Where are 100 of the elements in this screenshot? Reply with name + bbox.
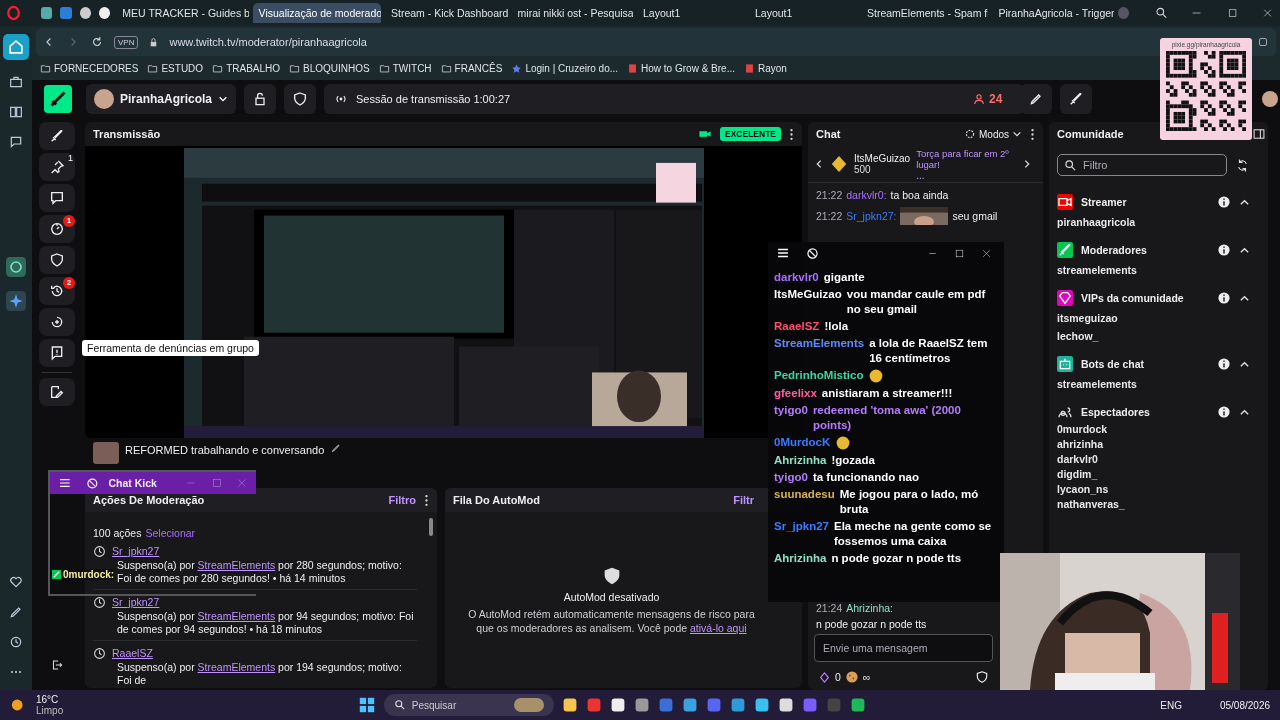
browser-tab[interactable]: Layout1 xyxy=(749,3,857,23)
points-count: 0 xyxy=(835,671,841,683)
member-name[interactable]: lechow_ xyxy=(1057,330,1250,342)
bookmark[interactable]: BLOQUINHOS xyxy=(289,62,370,74)
chat-message: !gozada xyxy=(831,453,875,468)
member-name[interactable]: ahrizinha xyxy=(1057,438,1250,450)
bookmark[interactable]: Rayon xyxy=(744,62,787,74)
language-indicator[interactable]: ENG xyxy=(1160,699,1182,711)
section-title: Espectadores xyxy=(1081,406,1150,418)
health-badge: EXCELENTE xyxy=(720,127,781,141)
count-label: 1 xyxy=(68,153,73,164)
member-name[interactable]: 0murdock xyxy=(1057,423,1250,435)
member-name[interactable]: lycaon_ns xyxy=(1057,483,1250,495)
filter-field[interactable]: Filtro xyxy=(1057,154,1227,176)
browser-tab[interactable]: PiranhaAgricola - Trigger xyxy=(992,3,1114,23)
session-timer: Sessão de transmissão 1:00:27 xyxy=(356,93,511,105)
viewer-count: 24 xyxy=(972,92,1003,106)
message-time: 21:24 xyxy=(816,602,843,614)
leader-name: ItsMeGuizao xyxy=(854,153,911,164)
bookmark[interactable]: Login | Cruzeiro do... xyxy=(511,62,619,74)
browser-tab[interactable]: Visualização de moderado xyxy=(252,3,381,23)
chat-message: anistiaram a streamer!!! xyxy=(821,386,953,401)
taskbar-date[interactable]: 05/08/2026 xyxy=(1219,699,1270,711)
browser-tab[interactable]: Layout1 xyxy=(637,3,745,23)
bookmark[interactable]: How to Grow & Bre... xyxy=(627,62,735,74)
temperature: 16°C xyxy=(36,694,60,705)
url-field[interactable]: www.twitch.tv/moderator/piranhaagricola xyxy=(169,36,367,48)
chat-message: ta funcionando nao xyxy=(812,470,919,485)
bookmark[interactable]: FORNECEDORES xyxy=(40,62,139,74)
member-name[interactable]: streamelements xyxy=(1057,264,1250,276)
select-link[interactable]: Selecionar xyxy=(145,527,196,539)
member-name[interactable]: streamelements xyxy=(1057,378,1250,390)
moderator-link[interactable]: StreamElements xyxy=(197,661,276,673)
member-name[interactable]: digdim_ xyxy=(1057,468,1250,480)
action-description: Suspenso(a) por StreamElements por 194 segundos; motivo: Foi de xyxy=(117,661,403,687)
enable-link[interactable]: ativá-lo aqui xyxy=(690,622,747,634)
panel-title: Chat xyxy=(816,128,841,140)
tooltip: Ferramenta de denúncias em grupo xyxy=(82,340,259,356)
panel-title: Fila Do AutoMod xyxy=(453,494,540,506)
moderator-link[interactable]: StreamElements xyxy=(197,559,276,571)
chat-message: Me jogou para o lado, mó bruta xyxy=(839,487,980,517)
chat-username: tyigo0 xyxy=(774,470,808,485)
chat-message: n pode gozar n pode tts xyxy=(831,551,962,566)
message-time: 21:22 xyxy=(816,210,843,222)
member-name[interactable]: piranhaagricola xyxy=(1057,216,1250,228)
bookmark[interactable]: TRABALHO xyxy=(212,62,281,74)
chat-message: n pode gozar n pode tts xyxy=(816,618,927,630)
chat-username: StreamElements xyxy=(774,336,865,351)
tool-button[interactable]: 2 xyxy=(39,277,75,305)
tool-button[interactable]: 1 xyxy=(39,153,75,181)
browser-tab[interactable]: Stream - Kick Dashboard xyxy=(385,3,508,23)
chat-username: ItsMeGuizao xyxy=(774,287,842,302)
member-name[interactable]: darkvlr0 xyxy=(1057,453,1250,465)
username-link[interactable]: Sr_jpkn27 xyxy=(112,596,160,608)
window-title: Chat Kick xyxy=(108,477,157,489)
chat-username: Ahrizinha xyxy=(774,551,827,566)
chat-username: Sr_jpkn27 xyxy=(774,519,829,534)
message-time: 21:22 xyxy=(816,189,843,201)
bookmark[interactable]: TWITCH xyxy=(378,62,432,74)
weather-condition: Limpo xyxy=(36,705,64,716)
chat-message: vou mandar caule em pdf no seu gmail xyxy=(846,287,987,317)
channel-selector[interactable]: PiranhaAgricola xyxy=(86,84,237,114)
username-link[interactable]: Sr_jpkn27 xyxy=(112,545,160,557)
bookmark[interactable]: FRANCÊS xyxy=(440,62,503,74)
browser-tab[interactable]: StreamElements - Spam fi xyxy=(861,3,989,23)
stream-title: REFORMED trabalhando e conversando xyxy=(125,444,325,456)
tool-button[interactable]: 1 xyxy=(39,215,75,243)
taskbar-search[interactable]: Pesquisar xyxy=(383,694,554,716)
action-description: Suspenso(a) por StreamElements por 94 segundos; motivo: Foi de comes por 94 segundos! • há 18 minutos xyxy=(117,610,415,636)
modes-dropdown[interactable]: Modos xyxy=(964,128,1022,140)
vpn-badge[interactable]: VPN xyxy=(114,35,139,49)
panel-title: Transmissão xyxy=(93,128,161,140)
chat-message: a lola de RaaelSZ tem 16 centímetros xyxy=(869,336,989,366)
automod-status: AutoMod desativado xyxy=(563,591,660,603)
bookmark[interactable]: ESTUDO xyxy=(147,62,204,74)
chat-username[interactable]: darkvlr0: xyxy=(846,189,887,201)
leaderboard-prompt: Torça para ficar em 2º lugar! xyxy=(916,147,1010,170)
moderator-link[interactable]: StreamElements xyxy=(197,610,276,622)
chat-message: ta boa ainda xyxy=(890,189,949,201)
section-title: Moderadores xyxy=(1081,244,1147,256)
leaderboard-more: ... xyxy=(916,169,925,181)
chat-username: PedrinhoMistico xyxy=(774,368,864,383)
browser-tab[interactable]: mirai nikki ost - Pesquisa xyxy=(511,3,633,23)
chat-message: !lola xyxy=(824,319,849,334)
filter-link[interactable]: Filtr xyxy=(733,494,754,506)
member-name[interactable]: nathanveras_ xyxy=(1057,498,1250,510)
chat-username: darkvlr0 xyxy=(774,270,819,285)
chat-username: RaaelSZ xyxy=(774,319,820,334)
chat-username[interactable]: Sr_jpkn27: xyxy=(846,210,897,222)
chat-username: 0murdock: xyxy=(63,569,115,580)
chat-username[interactable]: Ahrizinha: xyxy=(846,602,893,614)
automod-description: O AutoMod retém automaticamente mensagens de risco para que os moderadores as analisem. Você pode ativá-lo aqui xyxy=(467,607,756,635)
section-title: Bots de chat xyxy=(1081,358,1144,370)
message-input[interactable]: Envie uma mensagem xyxy=(814,634,993,662)
bits-count: ∞ xyxy=(862,671,871,683)
notification-badge: 2 xyxy=(63,277,75,289)
chat-username: Ahrizinha xyxy=(774,453,827,468)
member-name[interactable]: itsmeguizao xyxy=(1057,312,1250,324)
username-link[interactable]: RaaelSZ xyxy=(112,647,153,659)
filter-link[interactable]: Filtro xyxy=(388,494,416,506)
